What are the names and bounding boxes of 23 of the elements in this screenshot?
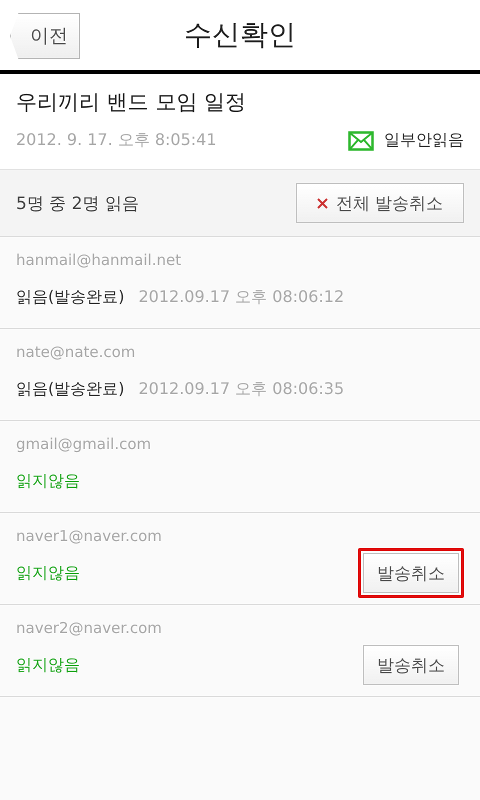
recipient-email: naver1@naver.com [16, 527, 163, 545]
read-time: 2012.09.17 오후 08:06:12 [138, 286, 344, 308]
cancel-send-button[interactable]: 발송취소 [363, 645, 459, 685]
message-subject: 우리끼리 밴드 모임 일정 [16, 89, 248, 116]
recipient-status: 읽음(발송완료) [16, 378, 124, 400]
read-time: 2012.09.17 오후 08:06:35 [138, 378, 344, 400]
close-icon [316, 198, 328, 208]
recipient-email: gmail@gmail.com [16, 435, 152, 453]
recipient-email: nate@nate.com [16, 343, 136, 361]
envelope-icon [348, 130, 374, 150]
recipient-email: hanmail@hanmail.net [16, 251, 182, 269]
cancel-all-button[interactable]: 전체 발송취소 [296, 183, 464, 223]
recipient-status: 읽지않음 [16, 470, 80, 492]
read-count: 5명 중 2명 읽음 [16, 192, 139, 214]
recipient-status: 읽음(발송완료) [16, 286, 124, 308]
recipient-email: naver2@naver.com [16, 619, 163, 637]
screen-title: 수신확인 [184, 17, 296, 53]
sent-time: 2012. 9. 17. 오후 8:05:41 [16, 130, 218, 151]
read-status: 일부안읽음 [384, 130, 464, 151]
cancel-send-button[interactable]: 발송취소 [363, 553, 459, 593]
recipient-status: 읽지않음 [16, 654, 80, 676]
recipient-status: 읽지않음 [16, 562, 80, 584]
back-button[interactable]: 이전 [10, 13, 80, 59]
